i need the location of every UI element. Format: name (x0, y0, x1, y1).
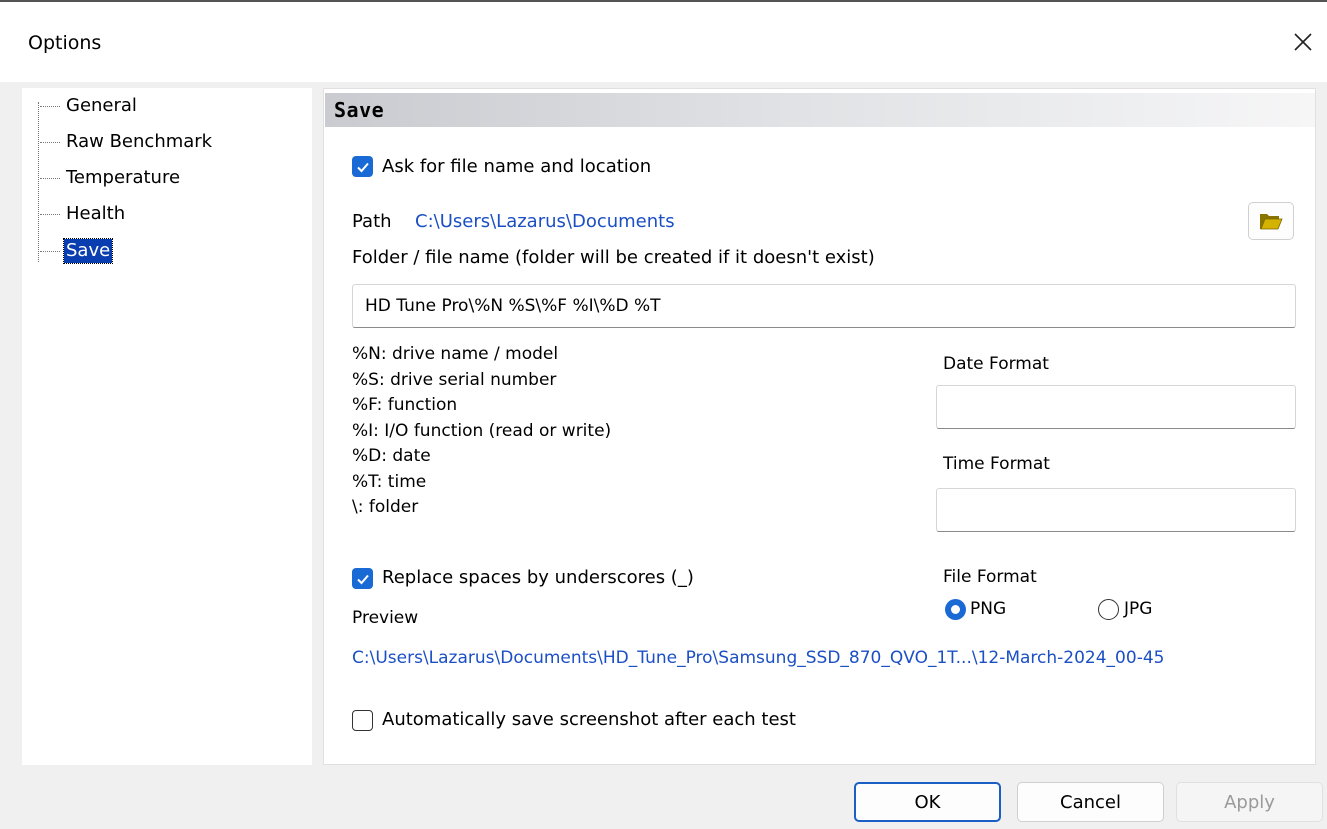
variable-line: %D: date (352, 446, 431, 466)
variable-line: %T: time (352, 471, 427, 492)
folder-open-icon (1260, 214, 1283, 230)
variable-line: %I: I/O function (read or write) (352, 420, 612, 441)
tree-branch (40, 105, 60, 107)
folder-filename-value: HD Tune Pro\%N %S\%F %I\%D %T (365, 296, 661, 316)
preview-path: C:\Users\Lazarus\Documents\HD_Tune_Pro\S… (352, 648, 1165, 668)
date-format-label: Date Format (943, 354, 1049, 374)
close-icon (1294, 33, 1312, 51)
ok-button[interactable]: OK (854, 782, 1001, 822)
tree-item-save[interactable]: Save (40, 238, 114, 264)
tree-item-temperature[interactable]: Temperature (40, 165, 182, 191)
tree-branch (40, 177, 60, 179)
tree-branch (40, 213, 60, 215)
apply-button[interactable]: Apply (1176, 782, 1323, 822)
window-title: Options (28, 32, 102, 54)
path-value: C:\Users\Lazarus\Documents (415, 211, 675, 232)
path-label: Path (352, 211, 392, 232)
checkmark-icon (356, 574, 369, 584)
tree-item-label: Temperature (66, 167, 181, 188)
tree-item-raw-benchmark[interactable]: Raw Benchmark (40, 129, 214, 155)
checkmark-icon (356, 162, 369, 172)
panel-header: Save (325, 93, 1315, 127)
tree-item-label: Raw Benchmark (66, 131, 213, 152)
tree-branch (40, 141, 60, 143)
png-radio[interactable] (945, 599, 966, 620)
file-format-label: File Format (943, 567, 1037, 587)
jpg-radio-label: JPG (1124, 599, 1153, 619)
tree-connector (38, 102, 39, 262)
replace-spaces-checkbox[interactable] (352, 568, 373, 589)
auto-save-checkbox[interactable] (352, 710, 373, 731)
preview-label: Preview (352, 608, 419, 628)
title-bar: Options (0, 2, 1327, 82)
variable-line: %S: drive serial number (352, 369, 557, 390)
options-dialog: Options General Raw Benchmark Temperatur… (0, 0, 1327, 829)
close-button[interactable] (1285, 24, 1321, 60)
variable-line: %F: function (352, 395, 458, 415)
tree-branch (40, 250, 60, 252)
tree-item-label: General (66, 95, 137, 116)
variables-legend: %N: drive name / model %S: drive serial … (352, 342, 611, 521)
cancel-button[interactable]: Cancel (1017, 782, 1164, 822)
folder-filename-input[interactable]: HD Tune Pro\%N %S\%F %I\%D %T (352, 284, 1296, 328)
tree-item-health[interactable]: Health (40, 201, 127, 227)
png-radio-label: PNG (970, 599, 1007, 619)
replace-spaces-label: Replace spaces by underscores (_) (382, 567, 694, 588)
ask-filename-label: Ask for file name and location (382, 156, 652, 177)
tree-item-label: Save (62, 238, 114, 264)
jpg-radio[interactable] (1098, 599, 1119, 620)
tree-item-label: Health (66, 203, 126, 224)
folder-filename-label: Folder / file name (folder will be creat… (352, 247, 875, 268)
ask-filename-checkbox[interactable] (352, 156, 373, 177)
browse-folder-button[interactable] (1248, 202, 1294, 240)
panel-title: Save (334, 98, 385, 122)
variable-line: %N: drive name / model (352, 344, 559, 364)
tree-item-general[interactable]: General (40, 93, 139, 119)
auto-save-label: Automatically save screenshot after each… (382, 709, 796, 730)
time-format-label: Time Format (943, 454, 1050, 474)
date-format-input[interactable] (936, 385, 1296, 429)
time-format-input[interactable] (936, 488, 1296, 532)
variable-line: \: folder (352, 497, 419, 517)
